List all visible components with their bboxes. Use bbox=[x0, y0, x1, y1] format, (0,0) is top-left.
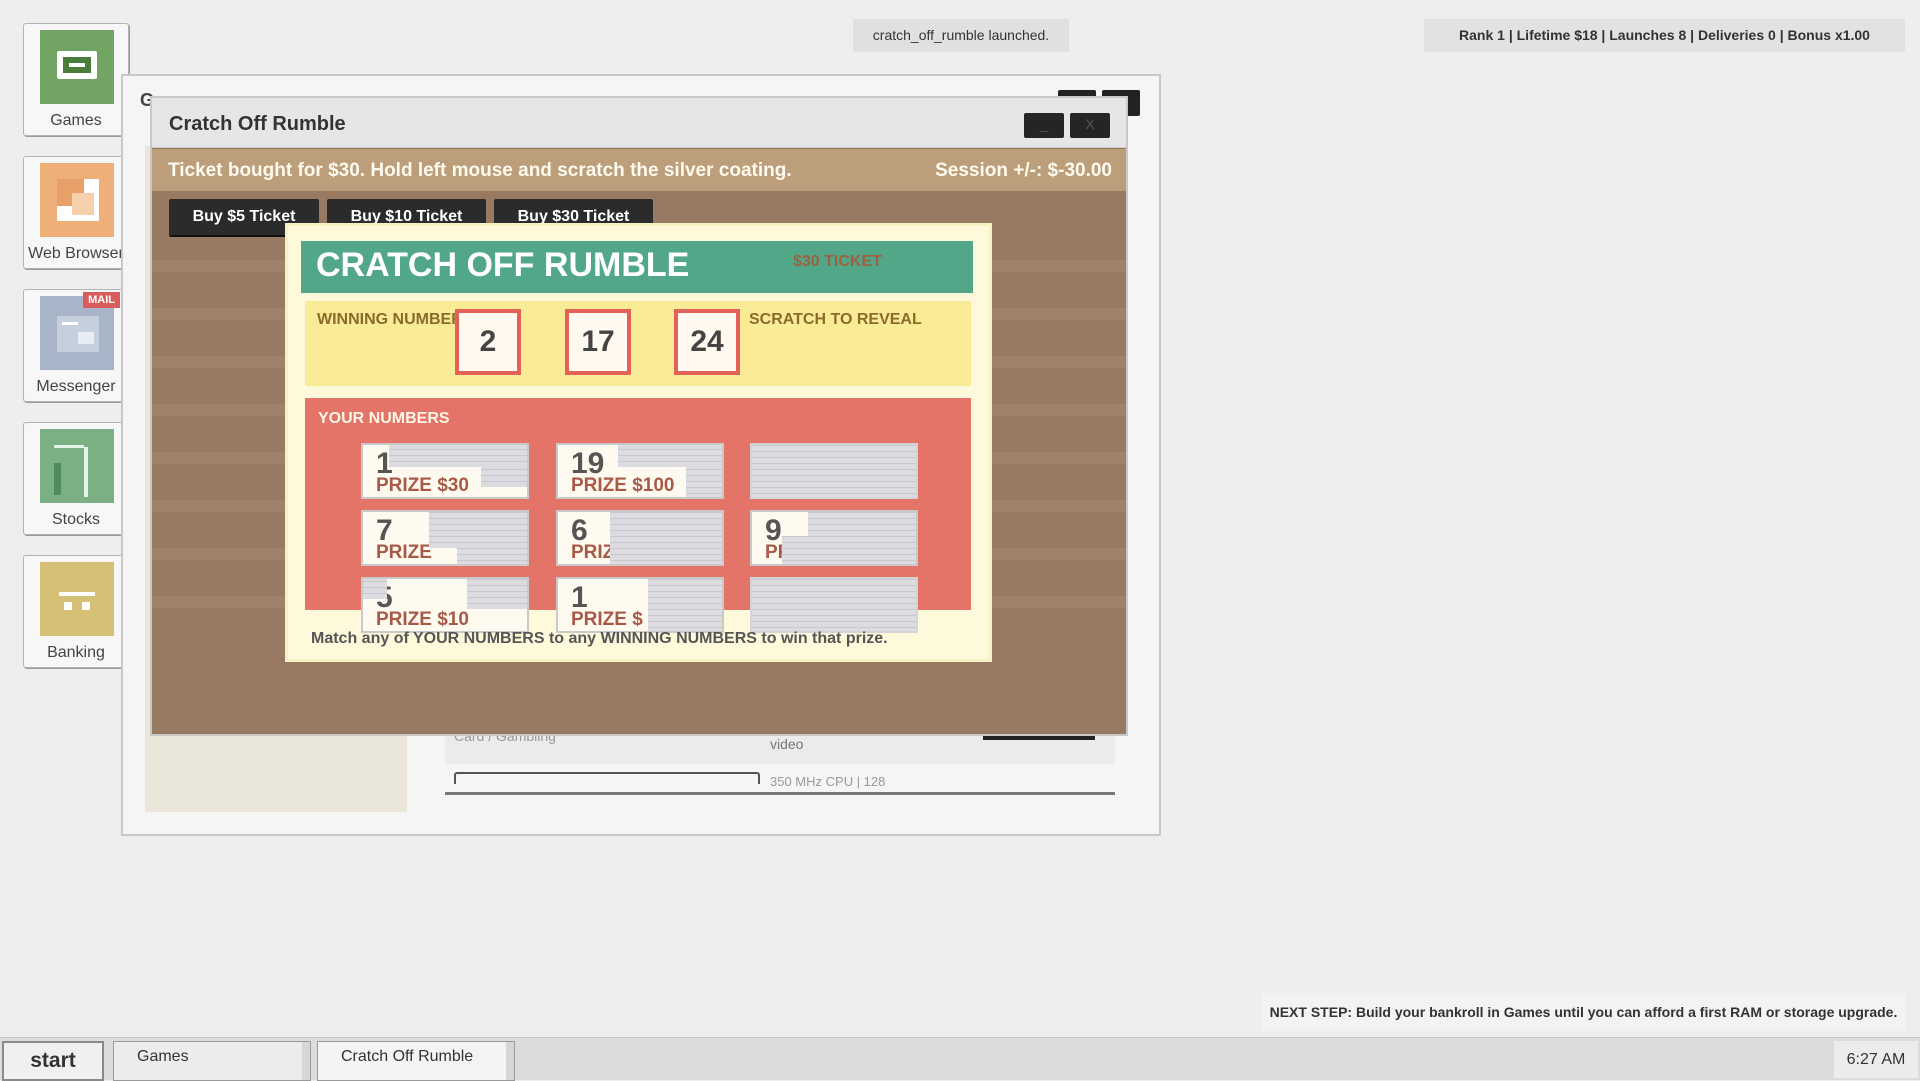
status-message: Ticket bought for $30. Hold left mouse a… bbox=[168, 160, 792, 181]
taskbar-item-cratch-off-rumble[interactable]: Cratch Off Rumble bbox=[317, 1041, 515, 1081]
silver-coating[interactable] bbox=[429, 512, 527, 548]
scratch-to-reveal-label: SCRATCH TO REVEAL bbox=[749, 311, 922, 328]
next-step-hint: NEXT STEP: Build your bankroll in Games … bbox=[1262, 993, 1905, 1031]
player-stats-bar: Rank 1 | Lifetime $18 | Launches 8 | Del… bbox=[1424, 19, 1905, 52]
start-button[interactable]: start bbox=[2, 1041, 104, 1081]
taskbar: start Games Cratch Off Rumble 6:27 AM bbox=[0, 1037, 1920, 1081]
ticket-price: $30 TICKET bbox=[793, 253, 882, 270]
minimize-button[interactable]: _ bbox=[1024, 113, 1064, 138]
winning-numbers-label: WINNING NUMBERS bbox=[317, 311, 474, 328]
silver-coating[interactable] bbox=[467, 579, 527, 609]
scratch-cell[interactable] bbox=[750, 577, 918, 633]
chart-icon bbox=[40, 429, 114, 503]
game-type-text: video bbox=[770, 736, 804, 752]
launch-toast: cratch_off_rumble launched. bbox=[853, 19, 1069, 52]
desktop-icon-games[interactable]: Games bbox=[23, 23, 129, 136]
winning-number: 2 bbox=[455, 309, 521, 375]
silver-coating[interactable] bbox=[808, 512, 916, 564]
desktop-icon-messenger[interactable]: MAIL Messenger bbox=[23, 289, 129, 402]
desktop-icon-label: Games bbox=[50, 112, 102, 129]
taskbar-item-games[interactable]: Games bbox=[113, 1041, 311, 1081]
scratch-cell[interactable]: 1 PRIZE $30 bbox=[361, 443, 529, 499]
cell-prize: PRIZE $100 bbox=[571, 475, 675, 496]
desktop-icon-web-browser[interactable]: Web Browser bbox=[23, 156, 129, 269]
game-spec-text: 350 MHz CPU | 128 bbox=[770, 774, 886, 789]
scratch-cell[interactable] bbox=[750, 443, 918, 499]
winning-numbers-panel: WINNING NUMBERS SCRATCH TO REVEAL 2 17 2… bbox=[305, 301, 971, 386]
silver-coating[interactable] bbox=[363, 579, 387, 599]
scratch-window-title: Cratch Off Rumble bbox=[169, 113, 346, 135]
scratch-cell[interactable]: 1 PRIZE $ bbox=[556, 577, 724, 633]
silver-coating[interactable] bbox=[481, 467, 527, 487]
scratch-ticket: CRATCH OFF RUMBLE $30 TICKET WINNING NUM… bbox=[285, 223, 992, 662]
silver-coating[interactable] bbox=[648, 579, 722, 631]
winning-number: 17 bbox=[565, 309, 631, 375]
desktop-icon-label: Web Browser bbox=[28, 245, 124, 262]
browser-icon bbox=[40, 163, 114, 237]
desktop-icon-label: Stocks bbox=[51, 511, 100, 528]
close-button[interactable]: X bbox=[1070, 113, 1110, 138]
desktop-icon-label: Banking bbox=[47, 644, 105, 661]
cell-prize: PRIZE $ bbox=[571, 609, 643, 630]
session-balance: Session +/-: $-30.00 bbox=[935, 160, 1112, 181]
silver-coating[interactable] bbox=[389, 445, 527, 467]
scratch-cell[interactable]: 9 PRIZE bbox=[750, 510, 918, 566]
silver-coating[interactable] bbox=[752, 579, 916, 631]
scratch-cell[interactable]: 7 PRIZE bbox=[361, 510, 529, 566]
mail-badge: MAIL bbox=[83, 292, 120, 308]
desktop-icon-banking[interactable]: Banking bbox=[23, 555, 129, 668]
cell-prize: PRIZE $10 bbox=[376, 609, 469, 630]
silver-coating[interactable] bbox=[610, 512, 722, 564]
silver-coating[interactable] bbox=[457, 548, 527, 564]
desktop-icon-label: Messenger bbox=[36, 378, 116, 395]
silver-coating[interactable] bbox=[752, 445, 916, 497]
gamepad-icon bbox=[40, 30, 114, 104]
cell-prize: PRIZE $30 bbox=[376, 475, 469, 496]
taskbar-clock: 6:27 AM bbox=[1834, 1041, 1918, 1078]
scratch-titlebar[interactable]: Cratch Off Rumble _ X bbox=[152, 98, 1126, 148]
silver-coating[interactable] bbox=[686, 467, 722, 497]
ticket-status-bar: Ticket bought for $30. Hold left mouse a… bbox=[152, 149, 1126, 191]
ticket-header: CRATCH OFF RUMBLE $30 TICKET bbox=[301, 241, 973, 293]
winning-number: 24 bbox=[674, 309, 740, 375]
game-title-box bbox=[454, 772, 760, 784]
silver-coating[interactable] bbox=[618, 445, 722, 467]
ticket-name: CRATCH OFF RUMBLE bbox=[316, 246, 690, 284]
bank-icon bbox=[40, 562, 114, 636]
your-numbers-panel: YOUR NUMBERS 1 PRIZE $30 19 PRIZE $100 7… bbox=[305, 398, 971, 633]
games-divider bbox=[445, 792, 1115, 795]
cell-prize: PRIZE bbox=[376, 542, 432, 563]
scratch-cell[interactable]: 6 PRIZE bbox=[556, 510, 724, 566]
scratch-cell[interactable]: 19 PRIZE $100 bbox=[556, 443, 724, 499]
scratch-cell[interactable]: 5 PRIZE $10 bbox=[361, 577, 529, 633]
ticket-instructions: Match any of YOUR NUMBERS to any WINNING… bbox=[311, 630, 888, 647]
silver-coating[interactable] bbox=[782, 536, 822, 564]
your-numbers-label: YOUR NUMBERS bbox=[318, 410, 450, 427]
desktop-icon-stocks[interactable]: Stocks bbox=[23, 422, 129, 535]
